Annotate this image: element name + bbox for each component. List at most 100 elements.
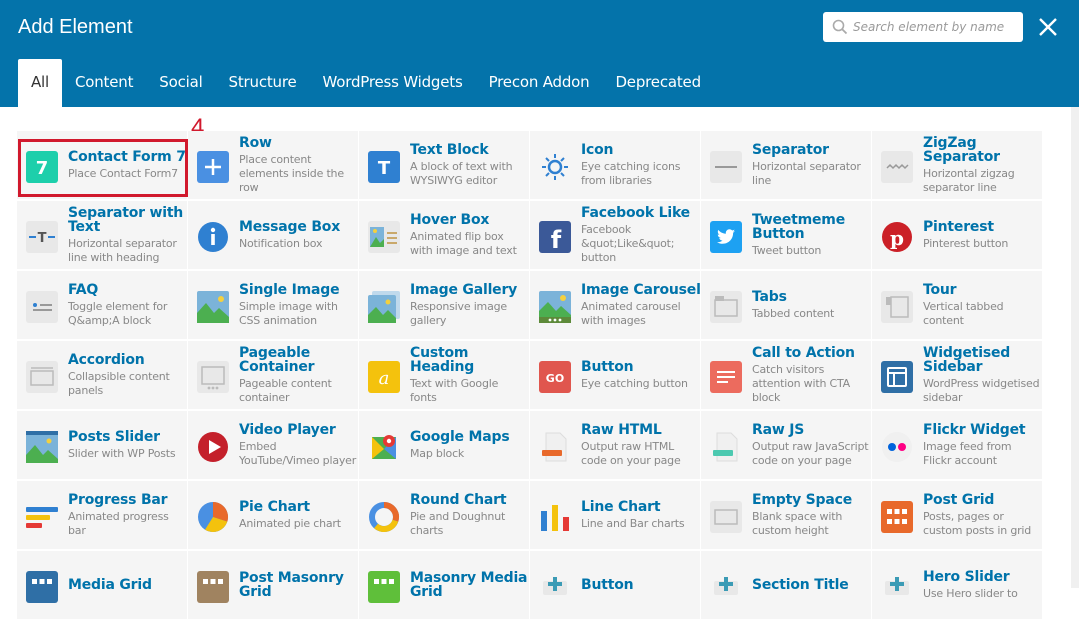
sidebar-icon bbox=[881, 361, 913, 393]
element-name: Progress Bar bbox=[68, 492, 168, 508]
element-tile-flickr-widget[interactable]: Flickr Widget Image feed from Flickr acco… bbox=[872, 411, 1042, 479]
svg-text:f: f bbox=[551, 226, 562, 253]
element-tile-post-grid[interactable]: Post Grid Posts, pages or custom posts in… bbox=[872, 481, 1042, 549]
element-tile-button[interactable]: GO Button Eye catching button bbox=[530, 341, 700, 409]
element-tile-tabs[interactable]: Tabs Tabbed content bbox=[701, 271, 871, 339]
modal-header: Add Element All Content Social Structure… bbox=[0, 0, 1079, 107]
element-tile-custom-heading[interactable]: a Custom Heading Text with Google fonts bbox=[359, 341, 529, 409]
element-tile-post-masonry-grid[interactable]: Post Masonry Grid bbox=[188, 551, 358, 619]
progress-bar-icon bbox=[26, 507, 58, 528]
element-description: Tweet button bbox=[752, 244, 822, 257]
svg-text:7: 7 bbox=[36, 158, 49, 179]
element-description: Posts, pages or custom posts in grid bbox=[923, 510, 1032, 537]
element-description: Text with Google fonts bbox=[410, 377, 499, 404]
element-tile-google-maps[interactable]: Google Maps Map block bbox=[359, 411, 529, 479]
tab-social[interactable]: Social bbox=[146, 59, 215, 107]
element-tile-line-chart[interactable]: Line Chart Line and Bar charts bbox=[530, 481, 700, 549]
element-description: Pageable content container bbox=[239, 377, 332, 404]
element-description: Map block bbox=[410, 447, 465, 460]
svg-text:a: a bbox=[379, 368, 390, 389]
element-tile-empty-space[interactable]: Empty Space Blank space with custom heigh… bbox=[701, 481, 871, 549]
element-tile-tour[interactable]: Tour Vertical tabbed content bbox=[872, 271, 1042, 339]
tab-all[interactable]: All bbox=[18, 59, 62, 107]
element-tile-raw-js[interactable]: Raw JS Output raw JavaScript code on your… bbox=[701, 411, 871, 479]
element-tile-image-gallery[interactable]: Image Gallery Responsive image gallery bbox=[359, 271, 529, 339]
element-tile-zigzag-separator[interactable]: ZigZag Separator Horizontal zigzag separa… bbox=[872, 131, 1042, 199]
contact-form-7-icon: 7 bbox=[26, 151, 58, 183]
element-tile-masonry-media-grid[interactable]: Masonry Media Grid bbox=[359, 551, 529, 619]
element-description: Horizontal zigzag separator line bbox=[923, 167, 1015, 194]
element-tile-separator[interactable]: Separator Horizontal separator line bbox=[701, 131, 871, 199]
search-box[interactable] bbox=[823, 12, 1023, 42]
element-tile-pie-chart[interactable]: Pie Chart Animated pie chart bbox=[188, 481, 358, 549]
element-tile-call-to-action[interactable]: Call to Action Catch visitors attention w… bbox=[701, 341, 871, 409]
text-block-icon: T bbox=[368, 151, 400, 183]
element-name: Image Gallery bbox=[410, 282, 518, 298]
element-name: Line Chart bbox=[581, 499, 661, 515]
scrollbar[interactable] bbox=[1071, 107, 1079, 588]
element-description: Image feed from Flickr account bbox=[923, 440, 1012, 467]
element-name: Custom Heading bbox=[410, 345, 475, 375]
element-tile-widgetised-sidebar[interactable]: Widgetised Sidebar WordPress widgetised s… bbox=[872, 341, 1042, 409]
element-name: Call to Action bbox=[752, 345, 855, 361]
element-tile-icon[interactable]: Icon Eye catching icons from libraries bbox=[530, 131, 700, 199]
tab-precon-addon[interactable]: Precon Addon bbox=[476, 59, 603, 107]
separator-text-icon: T bbox=[26, 221, 58, 253]
element-tile-pinterest[interactable]: p Pinterest Pinterest button bbox=[872, 201, 1042, 269]
element-name: Raw JS bbox=[752, 422, 805, 438]
tab-structure[interactable]: Structure bbox=[216, 59, 310, 107]
element-description: Collapsible content panels bbox=[68, 370, 170, 397]
raw-html-icon bbox=[542, 432, 567, 462]
element-tile-text-block[interactable]: T Text Block A block of text with WYSIWYG … bbox=[359, 131, 529, 199]
element-tile-message-box[interactable]: Message Box Notification box bbox=[188, 201, 358, 269]
element-tile-single-image[interactable]: Single Image Simple image with CSS animat… bbox=[188, 271, 358, 339]
element-tile-contact-form-7[interactable]: 7 Contact Form 7 Place Contact Form7 bbox=[17, 131, 187, 199]
element-name: Posts Slider bbox=[68, 429, 160, 445]
element-name: Google Maps bbox=[410, 429, 510, 445]
element-description: Slider with WP Posts bbox=[68, 447, 176, 460]
element-tile-video-player[interactable]: Video Player Embed YouTube/Vimeo player bbox=[188, 411, 358, 479]
element-tile-posts-slider[interactable]: Posts Slider Slider with WP Posts bbox=[17, 411, 187, 479]
hover-box-icon bbox=[368, 221, 400, 253]
element-tile-hero-slider[interactable]: Hero Slider Use Hero slider to bbox=[872, 551, 1042, 619]
close-icon[interactable] bbox=[1037, 16, 1059, 38]
search-input[interactable] bbox=[853, 12, 1018, 42]
element-description: A block of text with WYSIWYG editor bbox=[410, 160, 513, 187]
element-tile-tweetmeme-button[interactable]: Tweetmeme Button Tweet button bbox=[701, 201, 871, 269]
sun-icon bbox=[542, 154, 568, 180]
element-tile-round-chart[interactable]: Round Chart Pie and Doughnut charts bbox=[359, 481, 529, 549]
flickr-icon bbox=[882, 432, 912, 462]
element-description: Animated flip box with image and text bbox=[410, 230, 517, 257]
element-name: ZigZag Separator bbox=[923, 135, 1000, 165]
masonry-grid-icon bbox=[197, 571, 229, 603]
tabs-icon bbox=[710, 291, 742, 323]
pie-chart-icon bbox=[198, 501, 229, 533]
element-description: Facebook &quot;Like&quot; button bbox=[581, 223, 675, 264]
pageable-icon bbox=[197, 361, 229, 393]
element-tile-accordion[interactable]: Accordion Collapsible content panels bbox=[17, 341, 187, 409]
element-tile-separator-with-text[interactable]: T Separator with Text Horizontal separator… bbox=[17, 201, 187, 269]
element-tile-pageable-container[interactable]: Pageable Container Pageable content conta… bbox=[188, 341, 358, 409]
element-tile-button[interactable]: Button bbox=[530, 551, 700, 619]
element-tile-progress-bar[interactable]: Progress Bar Animated progress bar bbox=[17, 481, 187, 549]
category-tabs: All Content Social Structure WordPress W… bbox=[18, 59, 714, 107]
element-tile-faq[interactable]: FAQ Toggle element for Q&amp;A block bbox=[17, 271, 187, 339]
element-tile-raw-html[interactable]: Raw HTML Output raw HTML code on your pag… bbox=[530, 411, 700, 479]
element-name: Section Title bbox=[752, 577, 849, 593]
element-tile-row[interactable]: Row Place content elements inside the row bbox=[188, 131, 358, 199]
element-tile-hover-box[interactable]: Hover Box Animated flip box with image an… bbox=[359, 201, 529, 269]
element-tile-section-title[interactable]: Section Title bbox=[701, 551, 871, 619]
element-name: Single Image bbox=[239, 282, 340, 298]
tab-wordpress-widgets[interactable]: WordPress Widgets bbox=[310, 59, 476, 107]
element-tile-media-grid[interactable]: Media Grid bbox=[17, 551, 187, 619]
tab-deprecated[interactable]: Deprecated bbox=[602, 59, 713, 107]
element-tile-image-carousel[interactable]: Image Carousel Animated carousel with ima… bbox=[530, 271, 700, 339]
element-tile-facebook-like[interactable]: f Facebook Like Facebook &quot;Like&quot; … bbox=[530, 201, 700, 269]
element-description: Vertical tabbed content bbox=[923, 300, 1004, 327]
element-description: Pinterest button bbox=[923, 237, 1009, 250]
hero-slider-icon bbox=[885, 577, 909, 595]
masonry-media-icon bbox=[368, 571, 400, 603]
element-name: Text Block bbox=[410, 142, 489, 158]
element-description: Pie and Doughnut charts bbox=[410, 510, 506, 537]
tab-content[interactable]: Content bbox=[62, 59, 146, 107]
